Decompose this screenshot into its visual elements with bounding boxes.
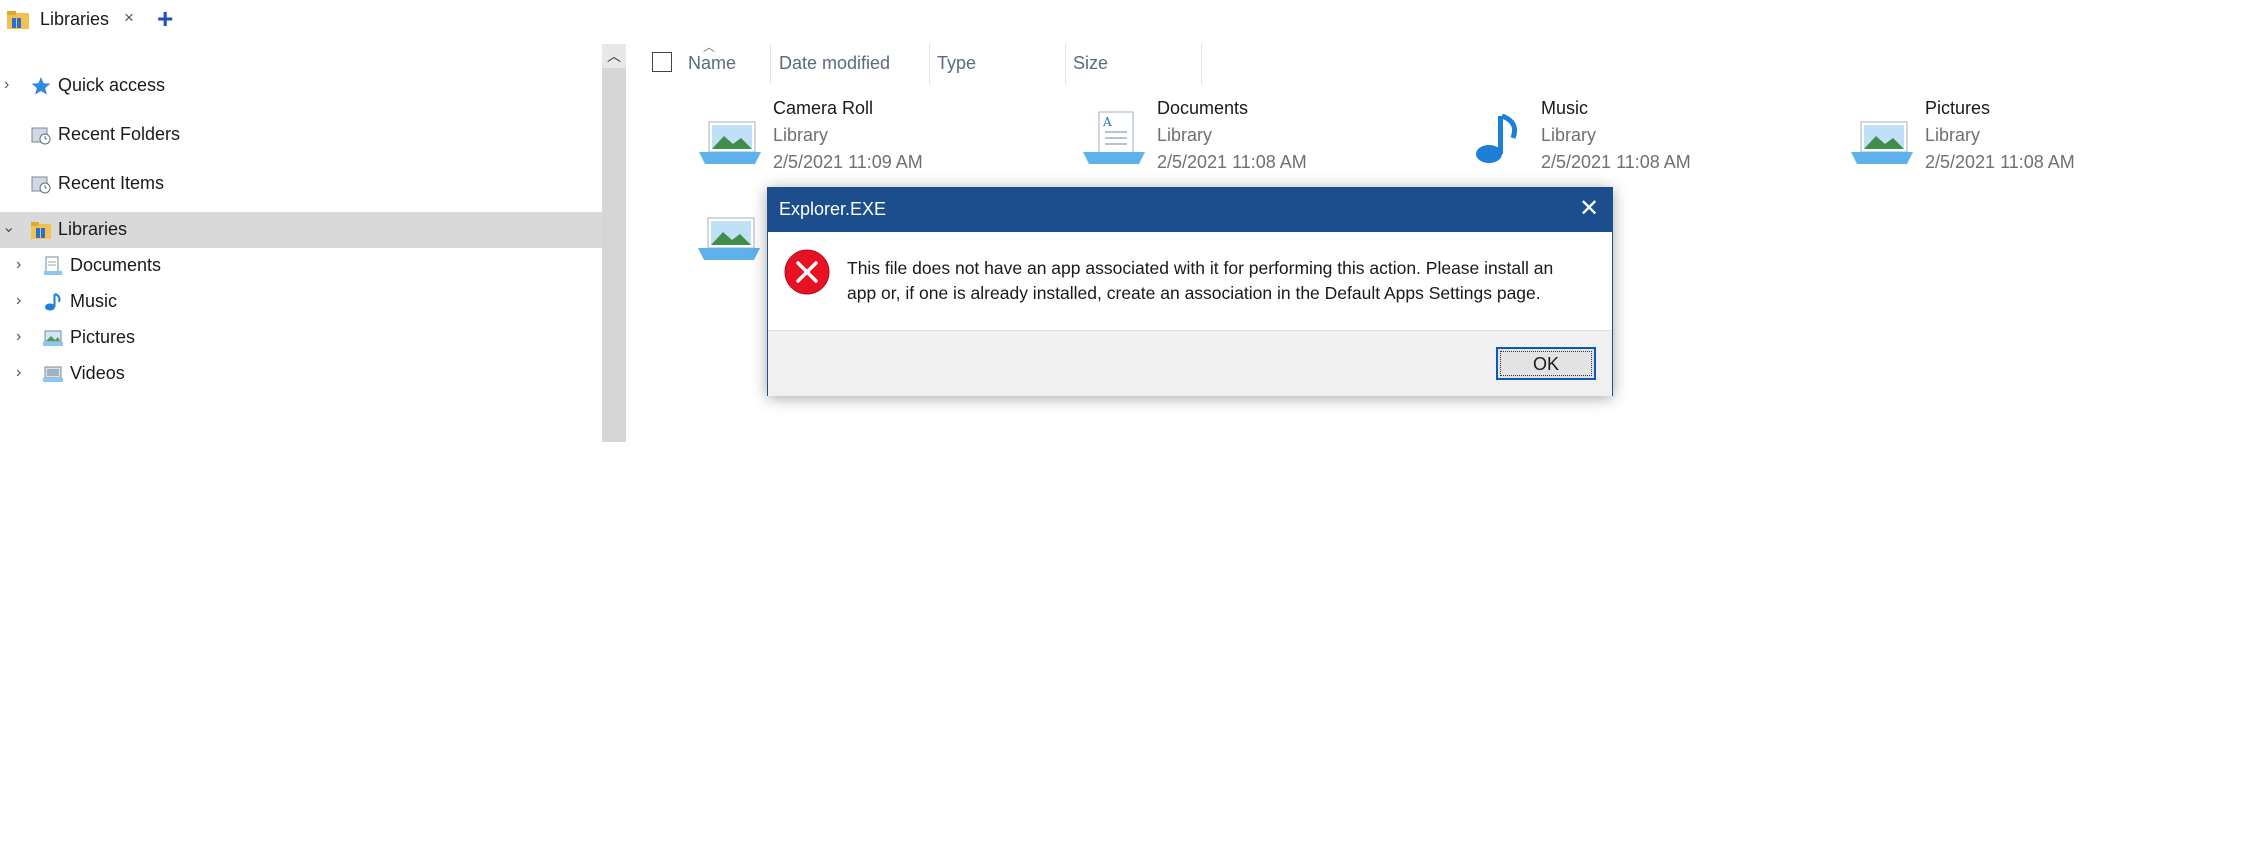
tab-label: Libraries	[40, 9, 110, 29]
collapse-chevron-icon[interactable]: ⌄	[2, 217, 18, 236]
pictures-library-icon	[1851, 121, 1913, 164]
column-header-size[interactable]: Size	[1065, 44, 1201, 84]
library-tile-music[interactable]: Music Library 2/5/2021 11:08 AM	[1465, 94, 1845, 184]
videos-library-icon[interactable]	[696, 206, 762, 266]
expand-chevron-icon[interactable]: ›	[16, 256, 32, 274]
nav-item-documents[interactable]: › Documents	[0, 248, 602, 284]
dialog-title: Explorer.EXE	[779, 199, 887, 219]
tile-date: 2/5/2021 11:08 AM	[1925, 152, 2075, 172]
nav-item-recent-items[interactable]: Recent Items	[0, 166, 602, 202]
nav-item-libraries[interactable]: ⌄ Libraries	[0, 212, 602, 248]
dialog-message: This file does not have an app associate…	[847, 258, 1554, 303]
nav-item-quick-access[interactable]: › Quick access	[0, 68, 602, 104]
expand-chevron-icon[interactable]: ›	[16, 364, 32, 382]
tile-date: 2/5/2021 11:08 AM	[1541, 152, 1691, 172]
svg-text:A: A	[1102, 115, 1112, 129]
videos-library-icon	[43, 366, 63, 382]
nav-item-label: Documents	[70, 255, 162, 275]
music-library-icon	[1476, 113, 1518, 163]
select-all-checkbox[interactable]	[652, 52, 672, 72]
focus-rectangle	[1500, 351, 1592, 376]
nav-item-music[interactable]: › Music	[0, 284, 602, 320]
library-tile-pictures[interactable]: Pictures Library 2/5/2021 11:08 AM	[1849, 94, 2229, 184]
expand-chevron-icon[interactable]: ›	[16, 328, 32, 346]
close-icon[interactable]: ✕	[1576, 196, 1602, 222]
expand-chevron-icon[interactable]: ›	[4, 76, 20, 94]
tile-type: Library	[1925, 125, 1981, 145]
documents-library-icon	[44, 256, 62, 275]
dialog-titlebar[interactable]: Explorer.EXE ✕	[768, 188, 1612, 232]
tab-libraries[interactable]: Libraries ×	[0, 0, 148, 40]
nav-item-pictures[interactable]: › Pictures	[0, 320, 602, 356]
column-header-type[interactable]: Type	[929, 44, 1065, 84]
error-dialog: Explorer.EXE ✕ This file does not have a…	[767, 187, 1613, 396]
recent-folders-icon	[31, 127, 51, 145]
column-header-date-modified[interactable]: Date modified	[771, 44, 929, 84]
tile-name: Documents	[1157, 98, 1249, 118]
tab-close-icon[interactable]: ×	[124, 8, 134, 28]
libraries-folder-icon	[7, 11, 29, 29]
nav-item-label: Recent Items	[58, 173, 165, 193]
libraries-folder-icon	[31, 222, 51, 239]
tile-type: Library	[773, 125, 829, 145]
column-header-name[interactable]: Name	[680, 44, 770, 84]
error-icon	[784, 249, 830, 295]
music-library-icon	[45, 293, 61, 311]
tile-name: Music	[1541, 98, 1589, 118]
dialog-footer: OK	[768, 330, 1612, 396]
documents-library-icon: A	[1083, 111, 1145, 164]
nav-item-videos[interactable]: › Videos	[0, 356, 602, 392]
tile-date: 2/5/2021 11:09 AM	[773, 152, 923, 172]
tile-type: Library	[1157, 125, 1213, 145]
tile-date: 2/5/2021 11:08 AM	[1157, 152, 1307, 172]
library-tile-camera-roll[interactable]: Camera Roll Library 2/5/2021 11:09 AM	[697, 94, 1077, 184]
library-tile-documents[interactable]: A Documents Library 2/5/2021 11:08 AM	[1081, 94, 1461, 184]
recent-items-icon	[31, 176, 51, 194]
tile-name: Pictures	[1925, 98, 1991, 118]
nav-item-label: Pictures	[70, 327, 136, 347]
nav-item-label: Libraries	[58, 219, 128, 239]
scroll-up-icon[interactable]: ︿	[602, 44, 626, 68]
nav-item-label: Music	[70, 291, 118, 311]
tile-type: Library	[1541, 125, 1597, 145]
column-divider[interactable]	[1201, 44, 1202, 84]
camera-roll-library-icon	[699, 121, 761, 164]
pictures-library-icon	[43, 330, 63, 346]
new-tab-button[interactable]: +	[157, 2, 173, 36]
nav-item-label: Videos	[70, 363, 125, 383]
nav-item-label: Recent Folders	[58, 124, 181, 144]
ok-button[interactable]: OK	[1496, 347, 1596, 380]
tile-name: Camera Roll	[773, 98, 874, 118]
star-icon	[31, 77, 51, 95]
navigation-pane: › Quick access Recent Folders Recent Ite…	[0, 60, 602, 440]
nav-item-recent-folders[interactable]: Recent Folders	[0, 117, 602, 153]
nav-item-label: Quick access	[58, 75, 166, 95]
expand-chevron-icon[interactable]: ›	[16, 292, 32, 310]
nav-pane-scrollbar[interactable]: ︿	[602, 44, 626, 442]
